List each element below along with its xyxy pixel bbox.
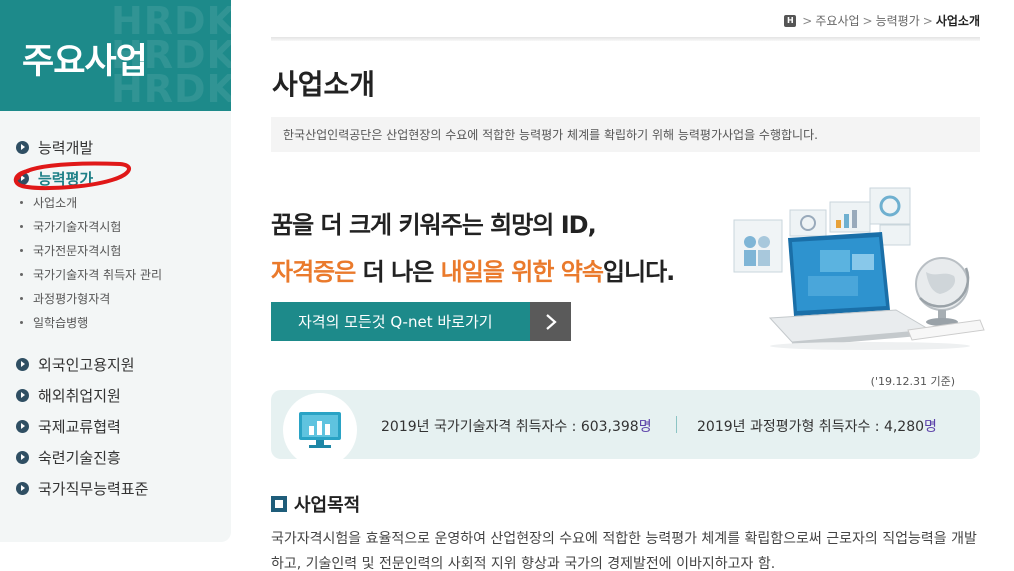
arrow-circle-icon (16, 140, 29, 154)
home-icon[interactable]: H (784, 14, 797, 27)
breadcrumb-item[interactable]: 주요사업 (815, 12, 859, 29)
stat-course-evaluation: 2019년 과정평가형 취득자수 : 4,280명 (697, 416, 937, 436)
arrow-circle-icon (16, 171, 29, 185)
subitem-label: 과정평가형자격 (33, 291, 111, 306)
stat-label: 2019년 과정평가형 취득자수 : 4,280 (697, 419, 925, 435)
subitem-label: 일학습병행 (33, 315, 89, 330)
qnet-link-button[interactable]: 자격의 모든것 Q-net 바로가기 (271, 302, 530, 341)
sidebar-item-ability-development[interactable]: 능력개발 (16, 135, 93, 159)
monitor-chart-icon (283, 393, 357, 467)
bullet-dot-icon (20, 248, 23, 252)
subitem-label: 국가전문자격시험 (33, 243, 122, 258)
arrow-circle-icon (16, 357, 29, 371)
sidebar: HRDK HRDK HRDK 주요사업 능력개발 능력평가 사업소개 국가기술자… (0, 0, 231, 542)
section-body: 국가자격시험을 효율적으로 운영하여 산업현장의 수요에 적합한 능력평가 체계… (271, 531, 977, 571)
arrow-circle-icon (16, 419, 29, 433)
sidebar-item-label: 국제교류협력 (38, 417, 121, 436)
breadcrumb-current: 사업소개 (935, 14, 980, 28)
section-title: 사업목적 (271, 491, 360, 517)
subitem-work-study[interactable]: 일학습병행 (20, 313, 88, 331)
stat-unit: 명 (638, 419, 652, 435)
intro-box: 한국산업인력공단은 산업현장의 수요에 적합한 능력평가 체계를 확립하기 위해… (271, 117, 980, 152)
bullet-dot-icon (20, 296, 23, 300)
subitem-business-intro[interactable]: 사업소개 (20, 193, 77, 211)
sidebar-item-skill-promotion[interactable]: 숙련기술진흥 (16, 445, 121, 469)
hero-text: 더 나은 (355, 258, 441, 286)
bullet-dot-icon (20, 320, 23, 324)
sidebar-item-foreign-employment[interactable]: 외국인고용지원 (16, 352, 135, 376)
subitem-qualification-holder-management[interactable]: 국가기술자격 취득자 관리 (20, 265, 162, 283)
chevron-right-icon[interactable] (530, 302, 571, 341)
breadcrumb-item[interactable]: 능력평가 (876, 12, 920, 29)
stat-unit: 명 (924, 419, 937, 435)
breadcrumb-separator: > (922, 13, 933, 28)
subitem-label: 국가기술자격 취득자 관리 (33, 267, 163, 282)
sidebar-item-ability-evaluation[interactable]: 능력평가 (16, 166, 93, 190)
intro-text: 한국산업인력공단은 산업현장의 수요에 적합한 능력평가 체계를 확립하기 위해… (283, 128, 818, 142)
sidebar-item-label: 해외취업지원 (38, 386, 121, 405)
subitem-course-evaluation-qualification[interactable]: 과정평가형자격 (20, 289, 110, 307)
sidebar-title: 주요사업 (22, 42, 148, 82)
sidebar-item-overseas-employment[interactable]: 해외취업지원 (16, 383, 121, 407)
breadcrumb-separator: > (802, 13, 813, 28)
arrow-circle-icon (16, 388, 29, 402)
square-bullet-icon (271, 496, 287, 512)
sidebar-item-label: 능력개발 (38, 138, 94, 157)
bullet-dot-icon (20, 200, 23, 204)
divider (676, 416, 677, 433)
qnet-button-label: 자격의 모든것 Q-net 바로가기 (298, 313, 493, 331)
as-of-date: ('19.12.31 기준) (870, 375, 955, 388)
sidebar-item-label: 숙련기술진흥 (38, 448, 121, 467)
stat-technical-qualification: 2019년 국가기술자격 취득자수 : 603,398명 (381, 416, 652, 436)
sidebar-item-label: 외국인고용지원 (38, 355, 135, 374)
page-title: 사업소개 (272, 68, 376, 101)
sidebar-banner: HRDK HRDK HRDK 주요사업 (0, 0, 231, 111)
sidebar-item-label: 능력평가 (38, 169, 94, 188)
hero-highlight: 자격증은 (271, 258, 356, 286)
subitem-national-technical-exam[interactable]: 국가기술자격시험 (20, 217, 121, 235)
section-title-text: 사업목적 (294, 495, 361, 516)
stat-label: 2019년 국가기술자격 취득자수 : 603,398 (381, 419, 639, 435)
subitem-national-professional-exam[interactable]: 국가전문자격시험 (20, 241, 121, 259)
arrow-circle-icon (16, 481, 29, 495)
arrow-circle-icon (16, 450, 29, 464)
breadcrumb-separator: > (862, 13, 873, 28)
bullet-dot-icon (20, 224, 23, 228)
breadcrumb: H > 주요사업 > 능력평가 > 사업소개 (784, 12, 980, 29)
laptop-illustration (733, 187, 985, 350)
hero-subheadline: 자격증은 더 나은 내일을 위한 약속입니다. (271, 252, 675, 287)
subitem-label: 사업소개 (33, 195, 78, 210)
hero-text: 입니다. (602, 258, 675, 286)
sidebar-item-ncs[interactable]: 국가직무능력표준 (16, 476, 148, 500)
subitem-label: 국가기술자격시험 (33, 219, 122, 234)
sidebar-item-international-cooperation[interactable]: 국제교류협력 (16, 414, 121, 438)
sidebar-item-label: 국가직무능력표준 (38, 479, 149, 498)
hero-headline: 꿈을 더 크게 키워주는 희망의 ID, (271, 211, 597, 239)
hero-highlight: 내일을 위한 약속 (440, 258, 604, 286)
divider (271, 37, 980, 41)
bullet-dot-icon (20, 272, 23, 276)
